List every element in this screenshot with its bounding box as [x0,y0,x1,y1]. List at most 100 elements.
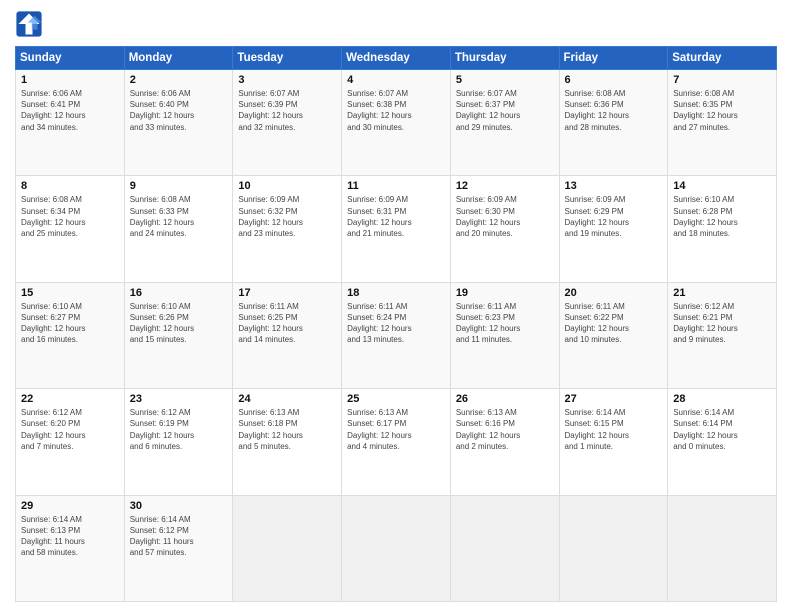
day-cell: 7 Sunrise: 6:08 AM Sunset: 6:35 PM Daylig… [668,70,777,176]
day-info: Sunrise: 6:07 AM Sunset: 6:39 PM Dayligh… [238,88,336,133]
day-cell: 25 Sunrise: 6:13 AM Sunset: 6:17 PM Dayli… [342,389,451,495]
day-cell: 27Sunrise: 6:14 AM Sunset: 6:15 PM Dayli… [559,389,668,495]
weekday-header-thursday: Thursday [450,47,559,70]
day-cell [342,495,451,601]
day-number: 10 [238,180,336,192]
day-info: Sunrise: 6:12 AM Sunset: 6:21 PM Dayligh… [673,301,771,346]
day-number: 15 [21,287,119,299]
day-cell: 30Sunrise: 6:14 AM Sunset: 6:12 PM Dayli… [124,495,233,601]
day-info: Sunrise: 6:11 AM Sunset: 6:24 PM Dayligh… [347,301,445,346]
day-info: Sunrise: 6:06 AM Sunset: 6:40 PM Dayligh… [130,88,228,133]
day-info: Sunrise: 6:13 AM Sunset: 6:16 PM Dayligh… [456,407,554,452]
week-row-3: 15Sunrise: 6:10 AM Sunset: 6:27 PM Dayli… [16,282,777,388]
day-info: Sunrise: 6:11 AM Sunset: 6:23 PM Dayligh… [456,301,554,346]
day-cell: 17 Sunrise: 6:11 AM Sunset: 6:25 PM Dayli… [233,282,342,388]
weekday-header-row: SundayMondayTuesdayWednesdayThursdayFrid… [16,47,777,70]
day-cell: 8 Sunrise: 6:08 AM Sunset: 6:34 PM Daylig… [16,176,125,282]
day-number: 20 [565,287,663,299]
week-row-1: 1 Sunrise: 6:06 AM Sunset: 6:41 PM Daylig… [16,70,777,176]
day-info: Sunrise: 6:14 AM Sunset: 6:12 PM Dayligh… [130,514,228,559]
day-info: Sunrise: 6:13 AM Sunset: 6:17 PM Dayligh… [347,407,445,452]
day-cell: 21Sunrise: 6:12 AM Sunset: 6:21 PM Dayli… [668,282,777,388]
day-info: Sunrise: 6:12 AM Sunset: 6:19 PM Dayligh… [130,407,228,452]
day-number: 9 [130,180,228,192]
day-number: 28 [673,393,771,405]
day-cell: 16 Sunrise: 6:10 AM Sunset: 6:26 PM Dayli… [124,282,233,388]
day-number: 6 [565,74,663,86]
logo-icon [15,10,43,38]
day-number: 7 [673,74,771,86]
day-cell: 4 Sunrise: 6:07 AM Sunset: 6:38 PM Daylig… [342,70,451,176]
day-info: Sunrise: 6:11 AM Sunset: 6:25 PM Dayligh… [238,301,336,346]
day-number: 3 [238,74,336,86]
page: SundayMondayTuesdayWednesdayThursdayFrid… [0,0,792,612]
day-info: Sunrise: 6:07 AM Sunset: 6:37 PM Dayligh… [456,88,554,133]
day-cell: 29 Sunrise: 6:14 AM Sunset: 6:13 PM Dayli… [16,495,125,601]
day-info: Sunrise: 6:06 AM Sunset: 6:41 PM Dayligh… [21,88,119,133]
day-info: Sunrise: 6:14 AM Sunset: 6:13 PM Dayligh… [21,514,119,559]
day-cell [450,495,559,601]
day-cell [668,495,777,601]
week-row-4: 22 Sunrise: 6:12 AM Sunset: 6:20 PM Dayli… [16,389,777,495]
header [15,10,777,38]
day-number: 1 [21,74,119,86]
day-number: 16 [130,287,228,299]
day-cell: 28 Sunrise: 6:14 AM Sunset: 6:14 PM Dayli… [668,389,777,495]
day-info: Sunrise: 6:09 AM Sunset: 6:29 PM Dayligh… [565,194,663,239]
weekday-header-friday: Friday [559,47,668,70]
day-cell [233,495,342,601]
day-info: Sunrise: 6:09 AM Sunset: 6:31 PM Dayligh… [347,194,445,239]
day-cell: 20Sunrise: 6:11 AM Sunset: 6:22 PM Dayli… [559,282,668,388]
day-cell [559,495,668,601]
weekday-header-saturday: Saturday [668,47,777,70]
day-cell: 5Sunrise: 6:07 AM Sunset: 6:37 PM Daylig… [450,70,559,176]
logo [15,10,47,38]
day-number: 17 [238,287,336,299]
day-cell: 14 Sunrise: 6:10 AM Sunset: 6:28 PM Dayli… [668,176,777,282]
day-cell: 15Sunrise: 6:10 AM Sunset: 6:27 PM Dayli… [16,282,125,388]
day-cell: 22 Sunrise: 6:12 AM Sunset: 6:20 PM Dayli… [16,389,125,495]
day-info: Sunrise: 6:07 AM Sunset: 6:38 PM Dayligh… [347,88,445,133]
calendar-table: SundayMondayTuesdayWednesdayThursdayFrid… [15,46,777,602]
day-number: 22 [21,393,119,405]
day-cell: 24Sunrise: 6:13 AM Sunset: 6:18 PM Dayli… [233,389,342,495]
day-number: 25 [347,393,445,405]
day-cell: 10 Sunrise: 6:09 AM Sunset: 6:32 PM Dayli… [233,176,342,282]
day-cell: 1 Sunrise: 6:06 AM Sunset: 6:41 PM Daylig… [16,70,125,176]
day-info: Sunrise: 6:10 AM Sunset: 6:26 PM Dayligh… [130,301,228,346]
day-cell: 19Sunrise: 6:11 AM Sunset: 6:23 PM Dayli… [450,282,559,388]
day-info: Sunrise: 6:08 AM Sunset: 6:36 PM Dayligh… [565,88,663,133]
day-cell: 3 Sunrise: 6:07 AM Sunset: 6:39 PM Daylig… [233,70,342,176]
weekday-header-wednesday: Wednesday [342,47,451,70]
day-number: 18 [347,287,445,299]
day-cell: 9 Sunrise: 6:08 AM Sunset: 6:33 PM Daylig… [124,176,233,282]
day-number: 29 [21,500,119,512]
weekday-header-tuesday: Tuesday [233,47,342,70]
day-number: 8 [21,180,119,192]
day-info: Sunrise: 6:09 AM Sunset: 6:32 PM Dayligh… [238,194,336,239]
weekday-header-sunday: Sunday [16,47,125,70]
day-number: 26 [456,393,554,405]
day-number: 2 [130,74,228,86]
day-number: 27 [565,393,663,405]
day-info: Sunrise: 6:14 AM Sunset: 6:14 PM Dayligh… [673,407,771,452]
day-number: 11 [347,180,445,192]
day-cell: 18 Sunrise: 6:11 AM Sunset: 6:24 PM Dayli… [342,282,451,388]
day-info: Sunrise: 6:08 AM Sunset: 6:34 PM Dayligh… [21,194,119,239]
day-number: 23 [130,393,228,405]
day-info: Sunrise: 6:09 AM Sunset: 6:30 PM Dayligh… [456,194,554,239]
day-info: Sunrise: 6:08 AM Sunset: 6:35 PM Dayligh… [673,88,771,133]
week-row-5: 29 Sunrise: 6:14 AM Sunset: 6:13 PM Dayli… [16,495,777,601]
day-info: Sunrise: 6:08 AM Sunset: 6:33 PM Dayligh… [130,194,228,239]
day-number: 4 [347,74,445,86]
day-cell: 11 Sunrise: 6:09 AM Sunset: 6:31 PM Dayli… [342,176,451,282]
day-number: 13 [565,180,663,192]
day-cell: 12Sunrise: 6:09 AM Sunset: 6:30 PM Dayli… [450,176,559,282]
day-info: Sunrise: 6:12 AM Sunset: 6:20 PM Dayligh… [21,407,119,452]
day-info: Sunrise: 6:10 AM Sunset: 6:28 PM Dayligh… [673,194,771,239]
day-cell: 26 Sunrise: 6:13 AM Sunset: 6:16 PM Dayli… [450,389,559,495]
day-cell: 2 Sunrise: 6:06 AM Sunset: 6:40 PM Daylig… [124,70,233,176]
day-number: 14 [673,180,771,192]
weekday-header-monday: Monday [124,47,233,70]
day-info: Sunrise: 6:13 AM Sunset: 6:18 PM Dayligh… [238,407,336,452]
